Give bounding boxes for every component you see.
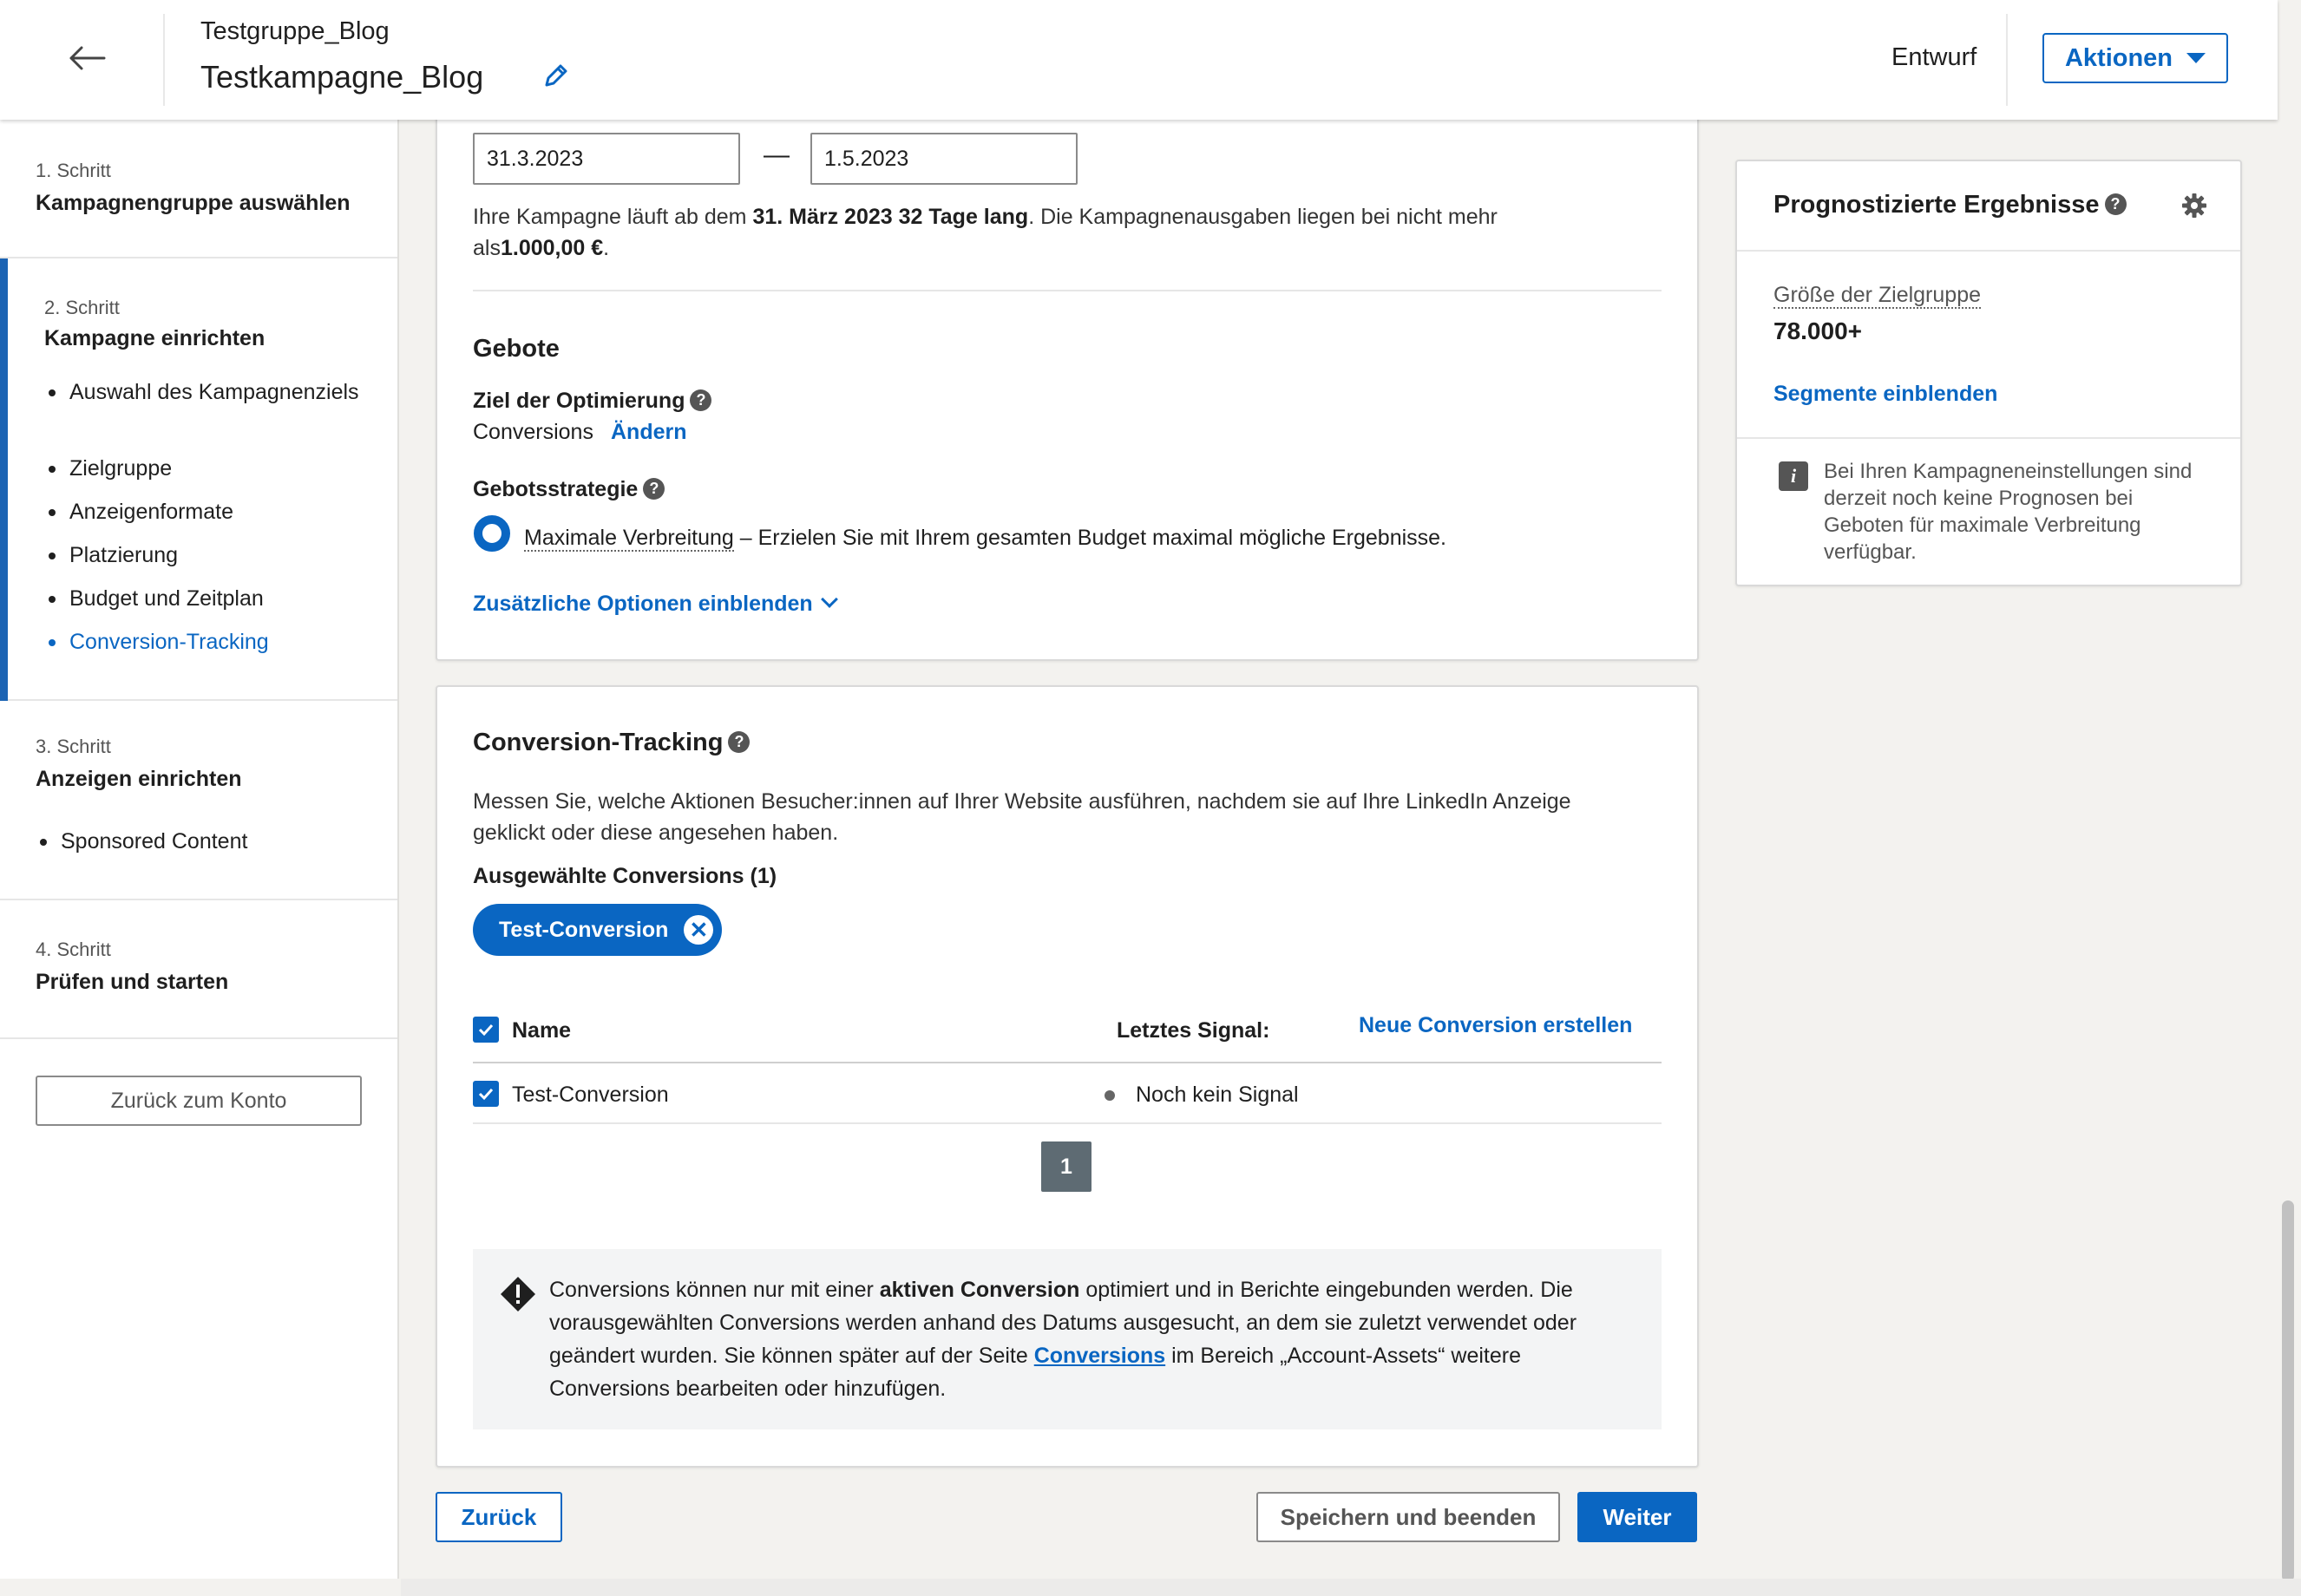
chip-label: Test-Conversion [499,917,669,942]
select-all-checkbox[interactable] [473,1017,499,1043]
step-number: 4. Schritt [36,939,111,960]
create-conversion-link[interactable]: Neue Conversion erstellen [1359,1013,1632,1038]
top-bar: Testgruppe_Blog Testkampagne_Blog Entwur… [0,0,2278,120]
page-scrollbar[interactable] [2282,1200,2294,1582]
conversion-notice: Conversions können nur mit einer aktiven… [473,1249,1662,1429]
chevron-down-icon [820,591,838,608]
info-icon: i [1779,461,1808,491]
actions-button[interactable]: Aktionen [2042,33,2228,83]
conversion-tracking-desc: Messen Sie, welche Aktionen Besucher:inn… [473,789,1571,845]
bid-strategy-option: Maximale Verbreitung – Erzielen Sie mit … [524,526,1447,552]
forecast-card: Prognostizierte Ergebnisse? Größe der Zi… [1735,160,2242,586]
audience-size-value: 78.000+ [1773,317,1862,344]
column-header-last-signal: Letztes Signal: [1117,1018,1270,1043]
step-title: Kampagnengruppe auswählen [36,191,351,215]
signal-status-dot [1105,1090,1115,1101]
pagination-page-button[interactable]: 1 [1041,1141,1092,1192]
help-icon[interactable]: ? [690,389,712,411]
change-goal-link[interactable]: Ändern [611,420,687,445]
show-segments-link[interactable]: Segmente einblenden [1773,382,1997,407]
date-range-separator: — [764,141,790,169]
chevron-down-icon [2186,53,2206,63]
conversions-page-link[interactable]: Conversions [1034,1344,1165,1368]
more-options-link[interactable]: Zusätzliche Optionen einblenden [473,591,838,617]
next-button[interactable]: Weiter [1577,1492,1697,1542]
check-icon [478,1088,494,1101]
campaign-status: Entwurf [1891,43,1977,71]
row-last-signal: Noch kein Signal [1136,1083,1299,1107]
steps-sidebar: 1. Schritt Kampagnengruppe auswählen 2. … [0,120,399,1579]
table-row-divider [473,1122,1662,1124]
step-2[interactable]: 2. Schritt Kampagne einrichten Auswahl d… [0,258,397,701]
row-checkbox[interactable] [473,1081,499,1107]
step-1[interactable]: 1. Schritt Kampagnengruppe auswählen [0,120,397,258]
end-date-input[interactable]: 1.5.2023 [810,133,1078,185]
bidding-title: Gebote [473,335,560,363]
substep-audience[interactable]: Zielgruppe [49,453,382,484]
warning-icon [501,1277,535,1311]
step-number: 3. Schritt [36,736,111,757]
forecast-title: Prognostizierte Ergebnisse? [1773,191,2127,219]
selected-conversions-label: Ausgewählte Conversions (1) [473,864,777,888]
step-number: 1. Schritt [36,160,111,181]
help-icon[interactable]: ? [728,730,751,753]
back-to-account-button[interactable]: Zurück zum Konto [36,1076,362,1126]
schedule-summary: Ihre Kampagne läuft ab dem 31. März 2023… [473,205,1498,260]
campaign-name: Testkampagne_Blog [200,59,484,95]
substep-ad-formats[interactable]: Anzeigenformate [49,496,382,527]
start-date-input[interactable]: 31.3.2023 [473,133,740,185]
actions-label: Aktionen [2064,43,2173,72]
active-step-indicator [0,258,8,701]
substep-conversion-tracking[interactable]: Conversion-Tracking [49,626,382,657]
step-title: Prüfen und starten [36,970,229,994]
page-bottom-edge [401,1579,2301,1596]
divider [1737,437,2240,439]
max-delivery-radio[interactable] [474,515,510,552]
divider [473,290,1662,291]
column-header-name: Name [512,1018,572,1043]
selected-conversion-chip[interactable]: Test-Conversion ✕ [473,904,723,956]
help-icon[interactable]: ? [2104,193,2127,215]
audience-size-label: Größe der Zielgruppe [1773,283,1982,309]
step-4[interactable]: 4. Schritt Prüfen und starten [0,900,397,1039]
header-divider [2006,14,2008,106]
optimization-goal-label: Ziel der Optimierung? [473,389,712,414]
substep-placement[interactable]: Platzierung [49,540,382,571]
save-and-exit-button[interactable]: Speichern und beenden [1256,1492,1560,1542]
substep-budget-schedule[interactable]: Budget und Zeitplan [49,583,382,614]
notice-text: Conversions können nur mit einer aktiven… [549,1278,1577,1401]
bid-strategy-label: Gebotsstrategie? [473,477,665,502]
substep-sponsored-content[interactable]: Sponsored Content [40,826,373,857]
bidding-card [436,111,1699,661]
help-icon[interactable]: ? [643,477,665,500]
forecast-info-text: Bei Ihren Kampagneneinstellungen sind de… [1824,460,2193,564]
step-number: 2. Schritt [44,297,120,318]
substep-campaign-objective[interactable]: Auswahl des Kampagnenziels [49,376,382,408]
header-divider [163,14,165,106]
conversion-tracking-title: Conversion-Tracking? [473,729,751,757]
table-header-divider [473,1062,1662,1063]
check-icon [478,1024,494,1037]
campaign-group-name: Testgruppe_Blog [200,17,390,45]
forecast-header: Prognostizierte Ergebnisse? [1737,161,2240,252]
optimization-goal-value: Conversions [473,420,593,444]
gear-icon[interactable] [2181,193,2207,219]
row-conversion-name: Test-Conversion [512,1083,669,1107]
close-icon[interactable]: ✕ [684,915,714,945]
step-title: Kampagne einrichten [44,326,266,350]
back-button-footer[interactable]: Zurück [436,1492,562,1542]
step-3[interactable]: 3. Schritt Anzeigen einrichten Sponsored… [0,701,397,900]
back-arrow-icon [69,46,106,70]
pencil-icon[interactable] [540,61,571,92]
back-button[interactable] [52,35,121,82]
step-title: Anzeigen einrichten [36,767,242,791]
